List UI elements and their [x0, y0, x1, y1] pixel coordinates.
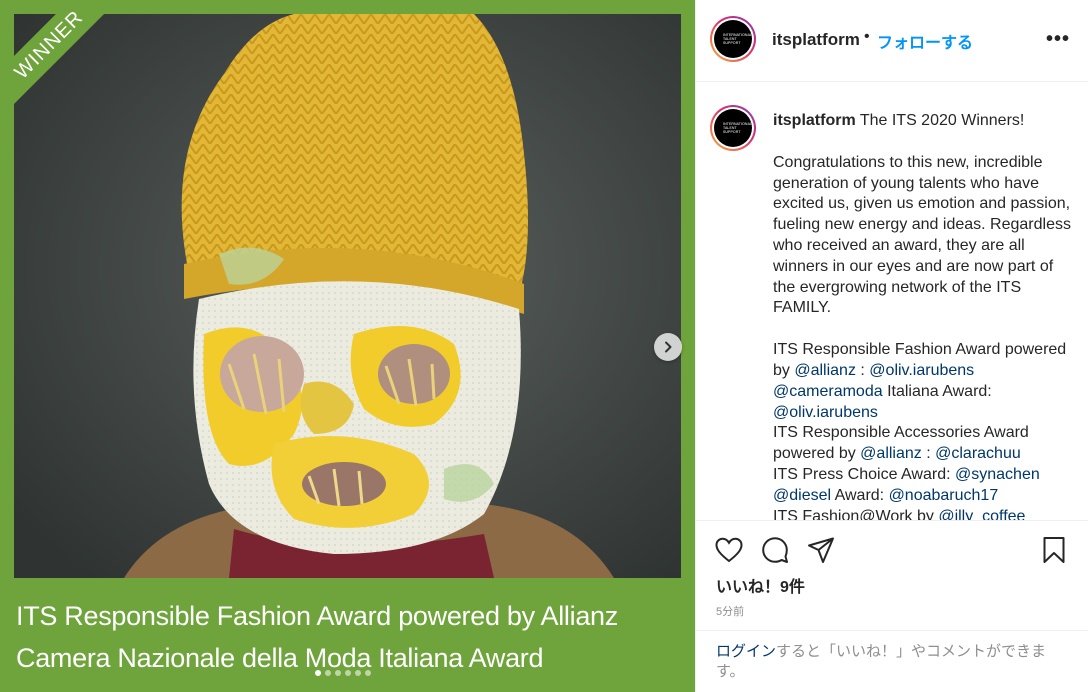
comment-icon[interactable]	[760, 535, 790, 565]
heart-icon[interactable]	[714, 535, 744, 565]
award-text: :	[855, 361, 870, 379]
bookmark-icon[interactable]	[1039, 535, 1069, 565]
mention-link[interactable]: @noabaruch17	[889, 487, 999, 504]
mention-link[interactable]: @oliv.iarubens	[869, 362, 974, 379]
carousel-dot	[325, 670, 331, 676]
carousel-dot	[315, 670, 321, 676]
award-line: @cameramoda Italiana Award: @oliv.iarube…	[773, 382, 1073, 424]
post-photo[interactable]	[14, 14, 681, 578]
media-caption-line-2: Camera Nazionale della Moda Italiana Awa…	[16, 643, 544, 673]
comment-paragraph: Congratulations to this new, incredible …	[773, 153, 1071, 317]
comment-body: itsplatform The ITS 2020 Winners! Congra…	[773, 111, 1073, 520]
avatar-logo-text: INTERNATIONAL TALENT SUPPORT	[714, 109, 752, 147]
carousel-dot	[365, 670, 371, 676]
award-line: ITS Responsible Fashion Award powered by…	[773, 340, 1073, 382]
avatar-logo-text: INTERNATIONAL TALENT SUPPORT	[714, 20, 752, 58]
carousel-dot	[355, 670, 361, 676]
post-actions: いいね！9件 5分前	[696, 520, 1088, 630]
award-line: ITS Fashion@Work by @illy_coffee	[773, 507, 1073, 520]
carousel-next-button[interactable]	[654, 333, 682, 361]
post-media: WINNER ITS Responsible Fashion Award pow…	[0, 0, 695, 692]
carousel-indicator	[315, 670, 371, 676]
award-line: ITS Responsible Accessories Award powere…	[773, 423, 1073, 465]
mention-link[interactable]: @allianz	[860, 445, 922, 462]
mention-link[interactable]: @illy_coffee	[938, 508, 1025, 520]
share-icon[interactable]	[806, 535, 836, 565]
post-sidebar: INTERNATIONAL TALENT SUPPORT itsplatform…	[695, 0, 1088, 692]
comment-avatar[interactable]: INTERNATIONAL TALENT SUPPORT	[710, 105, 756, 151]
award-text: Italiana Award:	[882, 382, 992, 400]
header-username[interactable]: itsplatform	[772, 30, 860, 50]
chevron-right-icon	[665, 341, 672, 353]
award-line: @diesel Award: @noabaruch17	[773, 486, 1073, 507]
awards-list: ITS Responsible Fashion Award powered by…	[773, 340, 1073, 520]
award-text: ITS Fashion@Work by	[773, 507, 939, 520]
media-caption-line-1: ITS Responsible Fashion Award powered by…	[16, 601, 618, 631]
more-options-icon[interactable]: •••	[1046, 28, 1070, 51]
award-text: Award:	[831, 486, 889, 504]
header-separator: •	[864, 28, 870, 45]
comment-username[interactable]: itsplatform	[773, 112, 856, 129]
login-prompt: ログインすると「いいね！」やコメントができます。	[696, 630, 1088, 692]
mention-link[interactable]: @diesel	[773, 487, 831, 504]
carousel-dot	[335, 670, 341, 676]
mention-link[interactable]: @synachen	[955, 466, 1040, 483]
award-line: ITS Press Choice Award: @synachen	[773, 465, 1073, 486]
mention-link[interactable]: @cameramoda	[773, 383, 883, 400]
post-header: INTERNATIONAL TALENT SUPPORT itsplatform…	[696, 0, 1088, 82]
caption-comment: INTERNATIONAL TALENT SUPPORT itsplatform…	[696, 83, 1088, 520]
mention-link[interactable]: @allianz	[794, 362, 856, 379]
mention-link[interactable]: @clarachuu	[935, 445, 1021, 462]
carousel-dot	[345, 670, 351, 676]
profile-avatar[interactable]: INTERNATIONAL TALENT SUPPORT	[710, 16, 756, 62]
mention-link[interactable]: @oliv.iarubens	[773, 404, 878, 421]
follow-button[interactable]: フォローする	[877, 29, 973, 53]
login-link[interactable]: ログイン	[716, 643, 776, 660]
comment-headline: The ITS 2020 Winners!	[859, 112, 1025, 129]
knit-mask-illustration	[14, 14, 681, 578]
award-text: :	[921, 445, 936, 463]
award-text: ITS Press Choice Award:	[773, 465, 955, 483]
likes-count[interactable]: いいね！9件	[716, 573, 805, 597]
post-timestamp[interactable]: 5分前	[716, 603, 744, 619]
